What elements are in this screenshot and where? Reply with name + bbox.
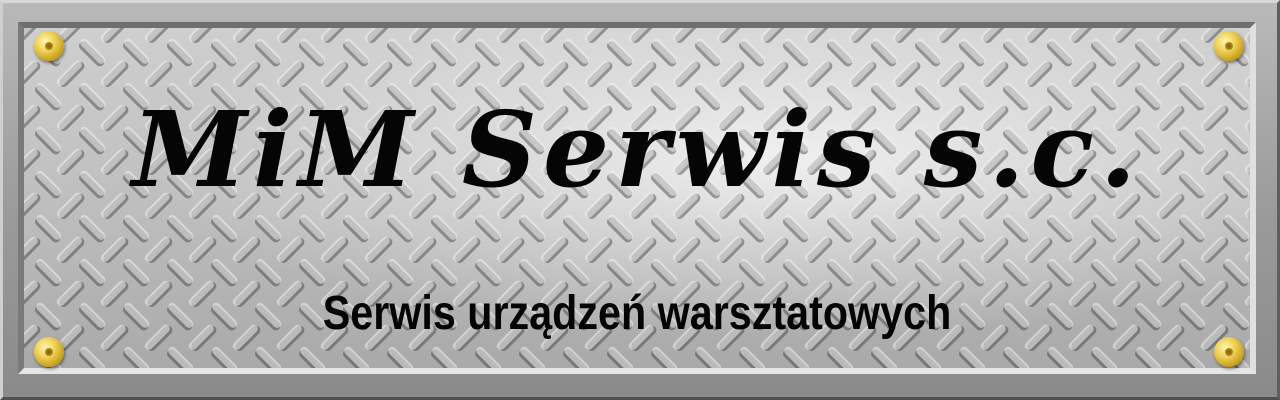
company-name: MiM Serwis s.c. <box>131 88 1143 211</box>
company-banner: MiM Serwis s.c. Serwis urządzeń warsztat… <box>0 0 1280 400</box>
screw-icon <box>34 337 64 367</box>
screw-icon <box>1214 31 1244 61</box>
screw-icon <box>34 31 64 61</box>
company-tagline: Serwis urządzeń warsztatowych <box>322 287 952 340</box>
screw-icon <box>1214 337 1244 367</box>
